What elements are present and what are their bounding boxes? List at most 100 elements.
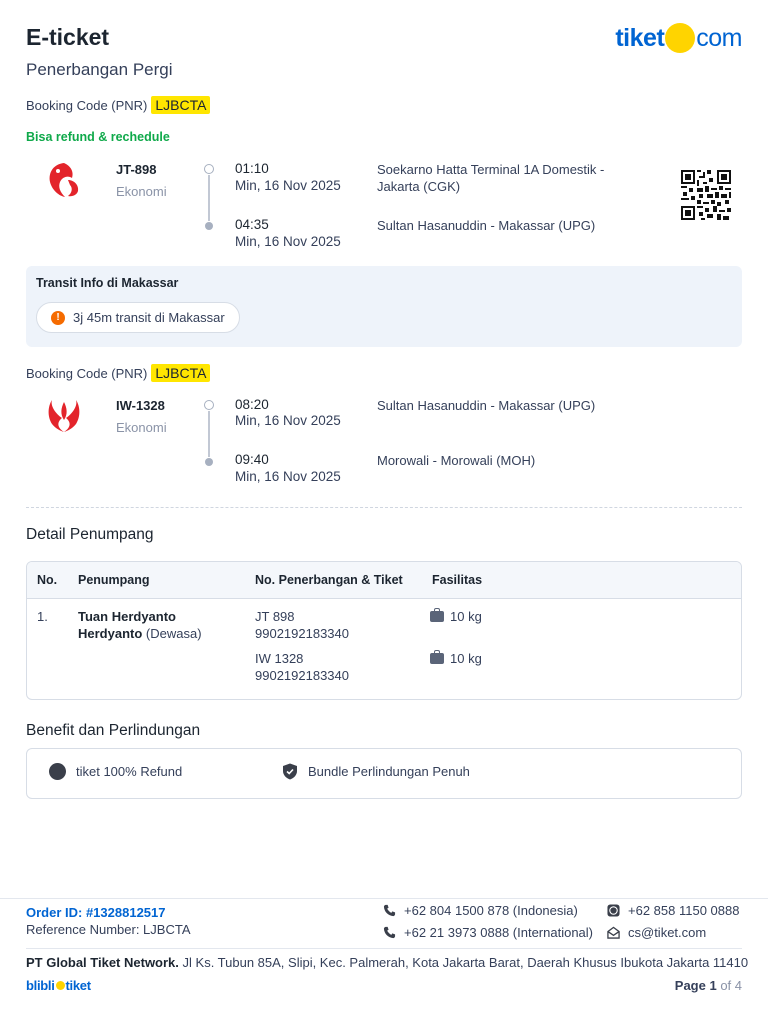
benefit-protection: Bundle Perlindungan Penuh xyxy=(282,763,470,780)
departure-date-2: Min, 16 Nov 2025 xyxy=(235,413,341,428)
baggage-2: 10 kg xyxy=(430,650,482,667)
email-text: cs@tiket.com xyxy=(628,925,707,940)
blibli-tiket-logo: blibli tiket xyxy=(26,978,91,993)
passenger-name-line1: Tuan Herdyanto xyxy=(78,609,176,624)
row-number: 1. xyxy=(37,609,48,624)
column-passenger: Penumpang xyxy=(78,573,150,587)
passenger-table: No. Penumpang No. Penerbangan & Tiket Fa… xyxy=(26,561,742,700)
arrival-time-2: 09:40 xyxy=(235,452,269,467)
qr-code-icon xyxy=(681,170,731,225)
booking-code-2: Booking Code (PNR) LJBCTA xyxy=(26,364,211,382)
departure-time-1: 01:10 xyxy=(235,161,269,176)
arrival-time-1: 04:35 xyxy=(235,217,269,232)
footer-separator xyxy=(26,948,742,949)
company-name: PT Global Tiket Network. xyxy=(26,955,179,970)
reference-number: Reference Number: LJBCTA xyxy=(26,922,191,937)
page-total: of 4 xyxy=(716,978,742,993)
departure-airport-1: Soekarno Hatta Terminal 1A Domestik - Ja… xyxy=(377,162,605,194)
warning-icon: ! xyxy=(51,310,65,325)
lion-air-logo-icon xyxy=(44,160,84,205)
cabin-class-1: Ekonomi xyxy=(116,184,167,199)
benefit-panel: tiket 100% Refund Bundle Perlindungan Pe… xyxy=(26,748,742,799)
benefit-protection-label: Bundle Perlindungan Penuh xyxy=(308,764,470,779)
brand-left: blibli xyxy=(26,978,55,993)
phone-icon xyxy=(383,904,396,917)
brand-dot-icon xyxy=(55,981,65,990)
page-title: E-ticket xyxy=(26,24,110,50)
company-info: PT Global Tiket Network. Jl Ks. Tubun 85… xyxy=(26,955,748,970)
flight-ticket-1: JT 898 9902192183340 xyxy=(255,608,349,642)
passenger-type: (Dewasa) xyxy=(145,626,202,641)
benefit-refund-label: tiket 100% Refund xyxy=(76,764,183,779)
logo-text-right: com xyxy=(696,23,742,52)
arrival-date-2: Min, 16 Nov 2025 xyxy=(235,469,341,484)
whatsapp-text: +62 858 1150 0888 xyxy=(628,903,740,918)
benefit-refund: tiket 100% Refund xyxy=(49,763,182,780)
arrival-airport-2: Morowali - Morowali (MOH) xyxy=(377,453,536,468)
shield-icon xyxy=(283,763,297,780)
passenger-section-title: Detail Penumpang xyxy=(26,526,154,543)
flight-number-1: JT-898 xyxy=(116,162,157,177)
baggage-1: 10 kg xyxy=(430,608,482,625)
transit-duration-pill: ! 3j 45m transit di Makassar xyxy=(36,302,240,333)
passenger-name: Tuan Herdyanto Herdyanto (Dewasa) xyxy=(78,608,248,642)
baggage-icon xyxy=(430,650,444,664)
arrival-airport-1: Sultan Hasanuddin - Makassar (UPG) xyxy=(377,218,596,233)
wings-air-logo-icon xyxy=(44,396,84,441)
departure-dot xyxy=(204,400,214,410)
flight-code-2: IW 1328 xyxy=(255,651,304,666)
whatsapp-icon xyxy=(607,904,620,917)
column-flight-ticket: No. Penerbangan & Tiket xyxy=(255,573,403,587)
booking-code-value: LJBCTA xyxy=(151,364,211,382)
column-facilities: Fasilitas xyxy=(432,573,483,587)
whatsapp-contact: +62 858 1150 0888 xyxy=(607,903,739,918)
phone-icon xyxy=(383,926,396,939)
departure-date-1: Min, 16 Nov 2025 xyxy=(235,178,341,193)
order-id: Order ID: #1328812517 xyxy=(26,905,166,920)
cabin-class-2: Ekonomi xyxy=(116,420,167,435)
benefit-section-title: Benefit dan Perlindungan xyxy=(26,722,201,739)
booking-code-1: Booking Code (PNR) LJBCTA xyxy=(26,96,211,114)
booking-code-label: Booking Code (PNR) xyxy=(26,365,148,381)
departure-time-2: 08:20 xyxy=(235,397,269,412)
route-line xyxy=(208,411,210,457)
ticket-number-1: 9902192183340 xyxy=(255,626,349,641)
table-header: No. Penumpang No. Penerbangan & Tiket Fa… xyxy=(27,562,741,599)
baggage-weight-2: 10 kg xyxy=(450,651,482,666)
booking-code-value: LJBCTA xyxy=(151,96,211,114)
email-contact: cs@tiket.com xyxy=(607,925,706,940)
flight-number-2: IW-1328 xyxy=(116,398,165,413)
transit-title: Transit Info di Makassar xyxy=(36,276,179,290)
arrival-dot xyxy=(205,222,213,230)
phone-international: +62 21 3973 0888 (International) xyxy=(383,925,593,940)
company-address: Jl Ks. Tubun 85A, Slipi, Kec. Palmerah, … xyxy=(178,955,749,970)
page-current: Page 1 xyxy=(674,978,717,993)
logo-dot-icon xyxy=(665,23,696,53)
tiket-logo: tiket com xyxy=(615,22,742,54)
departure-airport-2: Sultan Hasanuddin - Makassar (UPG) xyxy=(377,398,596,413)
transit-duration-text: 3j 45m transit di Makassar xyxy=(73,310,225,325)
phone-international-text: +62 21 3973 0888 (International) xyxy=(404,925,594,940)
ticket-number-2: 9902192183340 xyxy=(255,668,349,683)
footer-divider xyxy=(0,898,768,899)
baggage-icon xyxy=(430,608,444,622)
baggage-weight-1: 10 kg xyxy=(450,609,482,624)
page-subtitle: Penerbangan Pergi xyxy=(26,60,173,79)
flight-code-1: JT 898 xyxy=(255,609,295,624)
booking-code-label: Booking Code (PNR) xyxy=(26,97,148,113)
flight-ticket-2: IW 1328 9902192183340 xyxy=(255,650,349,684)
logo-text-left: tiket xyxy=(615,23,665,52)
phone-indonesia-text: +62 804 1500 878 (Indonesia) xyxy=(404,903,578,918)
departure-dot xyxy=(204,164,214,174)
phone-indonesia: +62 804 1500 878 (Indonesia) xyxy=(383,903,578,918)
section-divider xyxy=(26,507,742,508)
route-line xyxy=(208,175,210,221)
arrival-date-1: Min, 16 Nov 2025 xyxy=(235,234,341,249)
email-icon xyxy=(607,926,620,939)
column-no: No. xyxy=(37,573,58,587)
passenger-name-line2: Herdyanto xyxy=(78,626,143,641)
arrival-dot xyxy=(205,458,213,466)
page-number: Page 1 of 4 xyxy=(675,978,742,993)
refund-note: Bisa refund & rechedule xyxy=(26,130,170,144)
refund-icon xyxy=(49,763,66,780)
